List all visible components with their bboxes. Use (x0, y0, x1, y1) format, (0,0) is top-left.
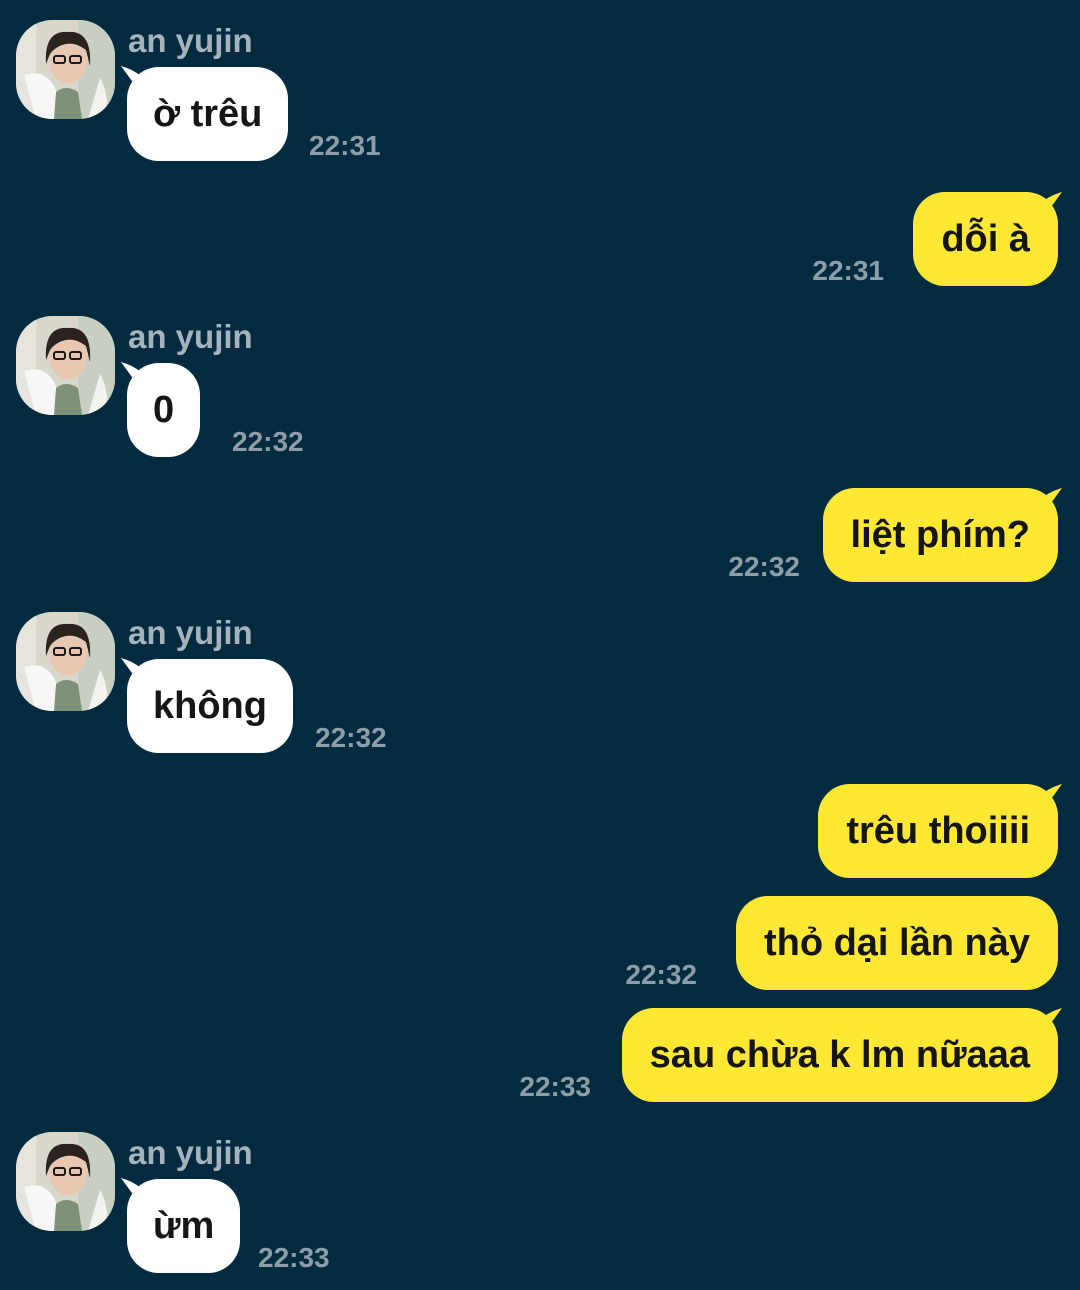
message-timestamp: 22:31 (309, 130, 381, 161)
sender-name: an yujin (128, 614, 253, 651)
message-timestamp: 22:32 (625, 959, 697, 990)
message-timestamp: 22:31 (812, 255, 884, 286)
message-text: 0 (153, 389, 175, 431)
message-bubble-outgoing[interactable]: trêu thoiiii (818, 784, 1058, 878)
message-bubble-incoming[interactable]: không (127, 659, 293, 753)
contact-avatar[interactable] (16, 316, 115, 415)
contact-avatar[interactable] (16, 20, 115, 119)
chat-message-list[interactable]: an yujin ờ trêu 22:31 22:31 dỗi à an yuj… (0, 0, 1080, 1290)
message-text: liệt phím? (850, 514, 1030, 556)
message-timestamp: 22:32 (315, 722, 387, 753)
message-bubble-outgoing[interactable]: liệt phím? (822, 488, 1058, 582)
message-timestamp: 22:32 (728, 551, 800, 582)
message-bubble-incoming[interactable]: 0 (127, 363, 201, 457)
sender-name: an yujin (128, 318, 253, 355)
message-timestamp: 22:33 (519, 1071, 591, 1102)
message-text: sau chừa k lm nữaaa (649, 1034, 1030, 1076)
message-text: trêu thoiiii (846, 810, 1030, 852)
message-text: thỏ dại lần này (763, 922, 1030, 964)
message-text: ừm (153, 1205, 215, 1247)
message-bubble-incoming[interactable]: ờ trêu (127, 67, 289, 161)
message-bubble-outgoing[interactable]: dỗi à (913, 192, 1058, 286)
sender-name: an yujin (128, 1134, 253, 1171)
message-bubble-incoming[interactable]: ừm (127, 1179, 241, 1273)
message-text: dỗi à (941, 218, 1030, 260)
sender-name: an yujin (128, 22, 253, 59)
contact-avatar[interactable] (16, 612, 115, 711)
message-bubble-outgoing[interactable]: sau chừa k lm nữaaa (621, 1008, 1058, 1102)
message-text: ờ trêu (153, 93, 263, 135)
message-bubble-outgoing[interactable]: thỏ dại lần này (735, 896, 1058, 990)
message-timestamp: 22:33 (258, 1242, 330, 1273)
message-timestamp: 22:32 (232, 426, 304, 457)
message-text: không (153, 685, 267, 727)
contact-avatar[interactable] (16, 1132, 115, 1231)
